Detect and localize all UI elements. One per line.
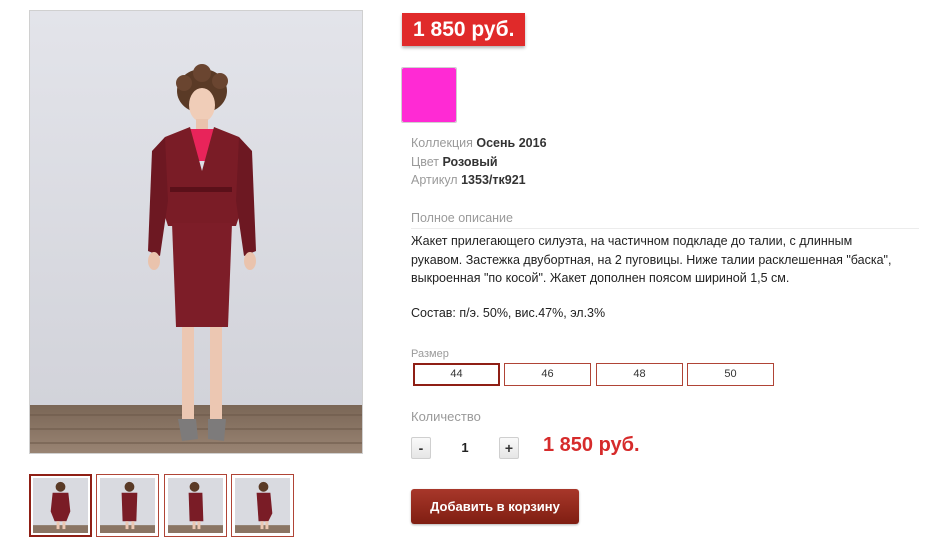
product-main-photo [29,10,363,454]
meta-color: Цвет Розовый [411,154,498,170]
color-value: Розовый [442,155,498,169]
price-badge: 1 850 руб. [402,13,526,46]
sku-label: Артикул [411,173,458,187]
quantity-value[interactable]: 1 [445,437,485,459]
total-price: 1 850 руб. [543,434,640,456]
sku-value: 1353/тк921 [461,173,526,187]
description-line: Жакет прилегающего силуэта, на частичном… [411,234,853,248]
collection-value: Осень 2016 [476,136,547,150]
size-option-48[interactable]: 48 [596,363,683,386]
description-line: рукавом. Застежка двубортная, на 2 пугов… [411,252,892,267]
size-option-44[interactable]: 44 [413,363,500,386]
meta-sku: Артикул 1353/тк921 [411,172,526,188]
size-option-46[interactable]: 46 [504,363,591,386]
add-to-cart-button[interactable]: Добавить в корзину [411,489,579,524]
product-thumbnail[interactable] [96,474,159,537]
quantity-label: Количество [411,409,481,424]
color-swatch[interactable] [401,67,457,123]
collection-label: Коллекция [411,136,473,150]
description-title: Полное описание [411,211,513,225]
color-label: Цвет [411,155,440,169]
description-line: выкроенная "по косой". Жакет дополнен по… [411,271,790,285]
quantity-decrease-button[interactable]: - [411,437,431,459]
composition-text: Состав: п/э. 50%, вис.47%, эл.3% [411,306,606,320]
product-thumbnail[interactable] [164,474,227,537]
quantity-increase-button[interactable]: + [499,437,519,459]
color-swatch-fill [402,68,456,122]
size-label: Размер [411,348,449,360]
size-option-50[interactable]: 50 [687,363,774,386]
product-thumbnail[interactable] [231,474,294,537]
meta-collection: Коллекция Осень 2016 [411,135,547,151]
description-text: Жакет прилегающего силуэта, на частичном… [411,232,916,288]
description-divider [411,228,919,229]
product-thumbnail[interactable] [29,474,92,537]
